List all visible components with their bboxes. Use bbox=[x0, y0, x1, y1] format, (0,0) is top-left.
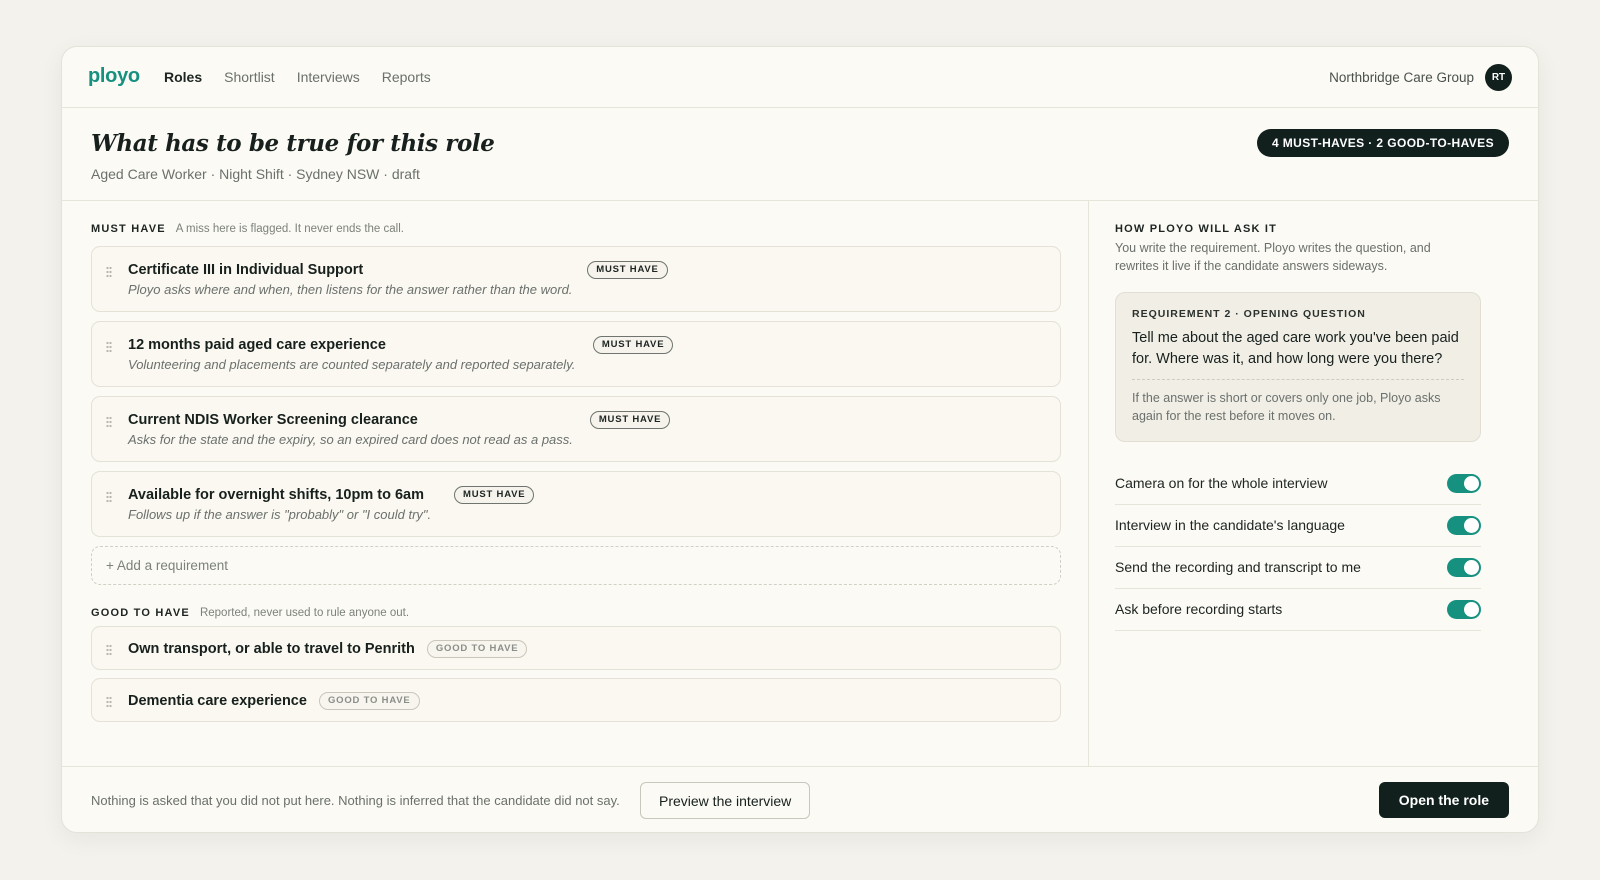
page-header: What has to be true for this role Aged C… bbox=[62, 108, 1538, 201]
good-to-have-tag: GOOD TO HAVE bbox=[318, 692, 420, 710]
nav-roles[interactable]: Roles bbox=[164, 69, 202, 85]
requirement-note: Asks for the state and the expiry, so an… bbox=[128, 432, 573, 447]
requirement-name: Available for overnight shifts, 10pm to … bbox=[128, 486, 535, 504]
consent-toggle[interactable] bbox=[1447, 600, 1481, 619]
drag-handle-icon[interactable] bbox=[106, 644, 112, 656]
good-to-have-section-header: GOOD TO HAVE Reported, never used to rul… bbox=[91, 607, 409, 619]
footer-note: Nothing is asked that you did not put he… bbox=[91, 793, 620, 808]
interview-settings: Camera on for the whole interview Interv… bbox=[1115, 463, 1481, 631]
good-to-have-heading: GOOD TO HAVE bbox=[91, 607, 190, 619]
nav-reports[interactable]: Reports bbox=[382, 69, 431, 85]
nav-interviews[interactable]: Interviews bbox=[297, 69, 360, 85]
top-nav: ployo Roles Shortlist Interviews Reports… bbox=[62, 47, 1538, 108]
setting-row: Interview in the candidate's language bbox=[1115, 505, 1481, 547]
drag-handle-icon[interactable] bbox=[106, 266, 112, 278]
ployo-logo[interactable]: ployo bbox=[88, 65, 140, 88]
setting-label: Ask before recording starts bbox=[1115, 601, 1283, 617]
user-avatar[interactable]: RT bbox=[1485, 64, 1512, 91]
open-role-button[interactable]: Open the role bbox=[1378, 782, 1509, 818]
ask-description: You write the requirement. Ployo writes … bbox=[1115, 241, 1431, 273]
drag-handle-icon[interactable] bbox=[106, 341, 112, 353]
requirement-title: 12 months paid aged care experience bbox=[128, 337, 386, 353]
opening-question: Tell me about the aged care work you've … bbox=[1132, 330, 1459, 367]
must-have-tag: MUST HAVE bbox=[592, 336, 674, 354]
question-divider bbox=[1132, 379, 1464, 380]
requirement-name: Own transport, or able to travel to Penr… bbox=[128, 640, 528, 658]
role-editor-card: ployo Roles Shortlist Interviews Reports… bbox=[61, 46, 1539, 833]
requirement-title: Dementia care experience bbox=[128, 693, 307, 709]
setting-label: Interview in the candidate's language bbox=[1115, 517, 1345, 533]
requirement-name: Dementia care experience GOOD TO HAVE bbox=[128, 692, 420, 710]
nav-links: Roles Shortlist Interviews Reports bbox=[164, 69, 431, 85]
requirement-note: Volunteering and placements are counted … bbox=[128, 357, 576, 372]
setting-row: Send the recording and transcript to me bbox=[1115, 547, 1481, 589]
ask-heading: HOW PLOYO WILL ASK IT bbox=[1115, 223, 1278, 235]
language-toggle[interactable] bbox=[1447, 516, 1481, 535]
requirement-title: Certificate III in Individual Support bbox=[128, 262, 364, 278]
requirement-name: Certificate III in Individual Support MUS… bbox=[128, 261, 668, 279]
must-have-description: A miss here is flagged. It never ends th… bbox=[175, 223, 404, 235]
requirement-title: Available for overnight shifts, 10pm to … bbox=[128, 487, 424, 503]
camera-toggle[interactable] bbox=[1447, 474, 1481, 493]
drag-handle-icon[interactable] bbox=[106, 491, 112, 503]
must-have-heading: MUST HAVE bbox=[91, 223, 166, 235]
setting-row: Camera on for the whole interview bbox=[1115, 463, 1481, 505]
good-to-have-description: Reported, never used to rule anyone out. bbox=[199, 607, 410, 619]
organization-name: Northbridge Care Group bbox=[1329, 70, 1474, 85]
preview-interview-button[interactable]: Preview the interview bbox=[640, 782, 811, 819]
requirements-panel: MUST HAVE A miss here is flagged. It nev… bbox=[62, 201, 1089, 766]
requirement-name: 12 months paid aged care experience MUST … bbox=[128, 336, 674, 354]
must-have-tag: MUST HAVE bbox=[453, 486, 535, 504]
requirement-name: Current NDIS Worker Screening clearance M… bbox=[128, 411, 671, 429]
requirement-title: Own transport, or able to travel to Penr… bbox=[128, 641, 415, 657]
drag-handle-icon[interactable] bbox=[106, 696, 112, 708]
requirements-summary-badge: 4 MUST-HAVES · 2 GOOD-TO-HAVES bbox=[1256, 129, 1509, 157]
send-recording-toggle[interactable] bbox=[1447, 558, 1481, 577]
must-have-tag: MUST HAVE bbox=[589, 411, 671, 429]
requirement-card[interactable]: Available for overnight shifts, 10pm to … bbox=[91, 471, 1061, 537]
requirement-note: Ployo asks where and when, then listens … bbox=[128, 282, 573, 297]
must-have-section-header: MUST HAVE A miss here is flagged. It nev… bbox=[91, 223, 404, 235]
requirement-note: Follows up if the answer is "probably" o… bbox=[128, 507, 432, 522]
good-to-have-tag: GOOD TO HAVE bbox=[426, 640, 528, 658]
setting-row: Ask before recording starts bbox=[1115, 589, 1481, 631]
setting-label: Camera on for the whole interview bbox=[1115, 475, 1328, 491]
requirement-title: Current NDIS Worker Screening clearance bbox=[128, 412, 418, 428]
setting-label: Send the recording and transcript to me bbox=[1115, 559, 1361, 575]
nav-shortlist[interactable]: Shortlist bbox=[224, 69, 275, 85]
requirement-card[interactable]: Own transport, or able to travel to Penr… bbox=[91, 626, 1061, 670]
question-label: REQUIREMENT 2 · OPENING QUESTION bbox=[1132, 308, 1366, 320]
requirement-card[interactable]: Dementia care experience GOOD TO HAVE bbox=[91, 678, 1061, 722]
drag-handle-icon[interactable] bbox=[106, 416, 112, 428]
must-have-tag: MUST HAVE bbox=[587, 261, 668, 279]
add-requirement-button[interactable]: + Add a requirement bbox=[91, 546, 1061, 585]
question-preview-box: REQUIREMENT 2 · OPENING QUESTION Tell me… bbox=[1115, 292, 1481, 442]
page-title: What has to be true for this role bbox=[91, 130, 495, 157]
footer-bar: Nothing is asked that you did not put he… bbox=[62, 766, 1538, 832]
question-preview-panel: HOW PLOYO WILL ASK IT You write the requ… bbox=[1090, 201, 1538, 766]
requirement-card[interactable]: 12 months paid aged care experience MUST … bbox=[91, 321, 1061, 387]
requirement-card[interactable]: Current NDIS Worker Screening clearance M… bbox=[91, 396, 1061, 462]
requirement-card[interactable]: Certificate III in Individual Support MUS… bbox=[91, 246, 1061, 312]
followup-note: If the answer is short or covers only on… bbox=[1132, 391, 1441, 423]
role-subtitle: Aged Care Worker · Night Shift · Sydney … bbox=[91, 166, 420, 182]
